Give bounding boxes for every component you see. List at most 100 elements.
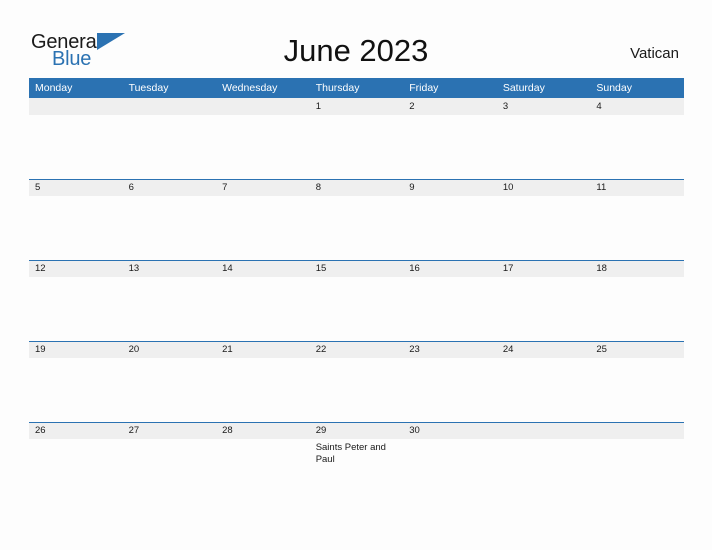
calendar-cell [590, 422, 684, 503]
calendar-day[interactable]: 6 [122, 179, 217, 260]
calendar-cell: 2 [403, 98, 497, 179]
calendar-day[interactable]: 14 [216, 260, 310, 341]
day-number: 4 [590, 98, 684, 115]
calendar-week-row: 1234 [29, 98, 684, 179]
calendar-cell: 18 [590, 260, 684, 341]
calendar-cell [496, 422, 591, 503]
calendar-cell: 28 [216, 422, 310, 503]
weekday-header-sunday: Sunday [590, 78, 684, 98]
calendar-cell: 20 [122, 341, 217, 422]
calendar-day[interactable]: 3 [496, 98, 591, 179]
day-number: 22 [309, 342, 404, 358]
day-number [122, 98, 217, 115]
calendar-day[interactable]: 28 [216, 422, 310, 503]
calendar-day[interactable]: 15 [309, 260, 404, 341]
day-number: 17 [496, 261, 591, 277]
day-number [216, 98, 310, 115]
day-number [29, 98, 123, 115]
day-number: 1 [309, 98, 404, 115]
weekday-header-monday: Monday [29, 78, 123, 98]
calendar-day[interactable]: 17 [496, 260, 591, 341]
calendar-day[interactable]: 19 [29, 341, 123, 422]
calendar-body: 1 2 3 4 5 6 7 8 9 10 11 12 13 14 15 16 17 18 19 20 21 22 23 24 2… [29, 98, 684, 503]
calendar-table: Monday Tuesday Wednesday Thursday Friday… [29, 78, 684, 503]
calendar-cell: 8 [309, 179, 404, 260]
day-number: 3 [496, 98, 591, 115]
calendar-cell: 9 [403, 179, 497, 260]
calendar-day[interactable]: 12 [29, 260, 123, 341]
calendar-day[interactable]: 16 [403, 260, 497, 341]
day-number: 21 [216, 342, 310, 358]
day-number: 30 [403, 423, 497, 439]
calendar-day-empty [122, 98, 217, 179]
calendar-cell: 1 [309, 98, 404, 179]
calendar-day[interactable]: 18 [590, 260, 684, 341]
day-number: 8 [309, 180, 404, 196]
calendar-day[interactable]: 1 [309, 98, 404, 179]
day-number: 10 [496, 180, 591, 196]
calendar-day-empty [216, 98, 310, 179]
holiday-label: Saints Peter and Paul [315, 442, 386, 465]
calendar-week-row: 19 20 21 22 23 24 25 [29, 341, 684, 422]
calendar-cell: 15 [309, 260, 404, 341]
calendar-day-empty [590, 422, 684, 503]
calendar-cell: 22 [309, 341, 404, 422]
day-number: 14 [216, 261, 310, 277]
weekday-header-wednesday: Wednesday [216, 78, 310, 98]
day-number: 28 [216, 423, 310, 439]
calendar-cell: 21 [216, 341, 310, 422]
calendar-day[interactable]: 25 [590, 341, 684, 422]
calendar-day[interactable]: 21 [216, 341, 310, 422]
day-number: 15 [309, 261, 404, 277]
calendar-day[interactable]: 7 [216, 179, 310, 260]
calendar-day[interactable]: 4 [590, 98, 684, 179]
calendar-day[interactable]: 29 Saints Peter and Paul [309, 422, 404, 503]
calendar-day[interactable]: 27 [122, 422, 217, 503]
day-number: 20 [122, 342, 217, 358]
calendar-header-row: Monday Tuesday Wednesday Thursday Friday… [29, 78, 684, 98]
day-number: 7 [216, 180, 310, 196]
calendar-cell: 14 [216, 260, 310, 341]
calendar-day[interactable]: 23 [403, 341, 497, 422]
calendar-day[interactable]: 9 [403, 179, 497, 260]
calendar-day[interactable]: 11 [590, 179, 684, 260]
calendar-cell: 5 [29, 179, 123, 260]
calendar-day[interactable]: 5 [29, 179, 123, 260]
day-number: 23 [403, 342, 497, 358]
calendar-cell: 23 [403, 341, 497, 422]
day-number: 9 [403, 180, 497, 196]
day-number: 11 [590, 180, 684, 196]
calendar-day[interactable]: 8 [309, 179, 404, 260]
day-number: 25 [590, 342, 684, 358]
calendar-day[interactable]: 2 [403, 98, 497, 179]
weekday-header-friday: Friday [403, 78, 497, 98]
calendar-cell [29, 98, 123, 179]
calendar-day-empty [29, 98, 123, 179]
calendar-day[interactable]: 22 [309, 341, 404, 422]
day-number: 6 [122, 180, 217, 196]
calendar-cell: 3 [496, 98, 591, 179]
calendar-week-row: 12 13 14 15 16 17 18 [29, 260, 684, 341]
calendar-day[interactable]: 20 [122, 341, 217, 422]
day-number [496, 423, 591, 439]
calendar-cell: 13 [122, 260, 217, 341]
country-label: Vatican [630, 45, 679, 62]
calendar-cell: 10 [496, 179, 591, 260]
calendar-day[interactable]: 30 [403, 422, 497, 503]
day-number: 18 [590, 261, 684, 277]
calendar-day[interactable]: 13 [122, 260, 217, 341]
weekday-header-tuesday: Tuesday [122, 78, 217, 98]
calendar-cell: 25 [590, 341, 684, 422]
calendar-cell: 19 [29, 341, 123, 422]
calendar-cell: 26 [29, 422, 123, 503]
calendar-day[interactable]: 26 [29, 422, 123, 503]
calendar-week-row: 5 6 7 8 9 10 11 [29, 179, 684, 260]
calendar-cell: 16 [403, 260, 497, 341]
calendar-day[interactable]: 10 [496, 179, 591, 260]
calendar-day[interactable]: 24 [496, 341, 591, 422]
calendar-cell: 27 [122, 422, 217, 503]
calendar-cell: 17 [496, 260, 591, 341]
calendar-cell: 30 [403, 422, 497, 503]
calendar-cell: 11 [590, 179, 684, 260]
day-number: 29 [309, 423, 404, 439]
